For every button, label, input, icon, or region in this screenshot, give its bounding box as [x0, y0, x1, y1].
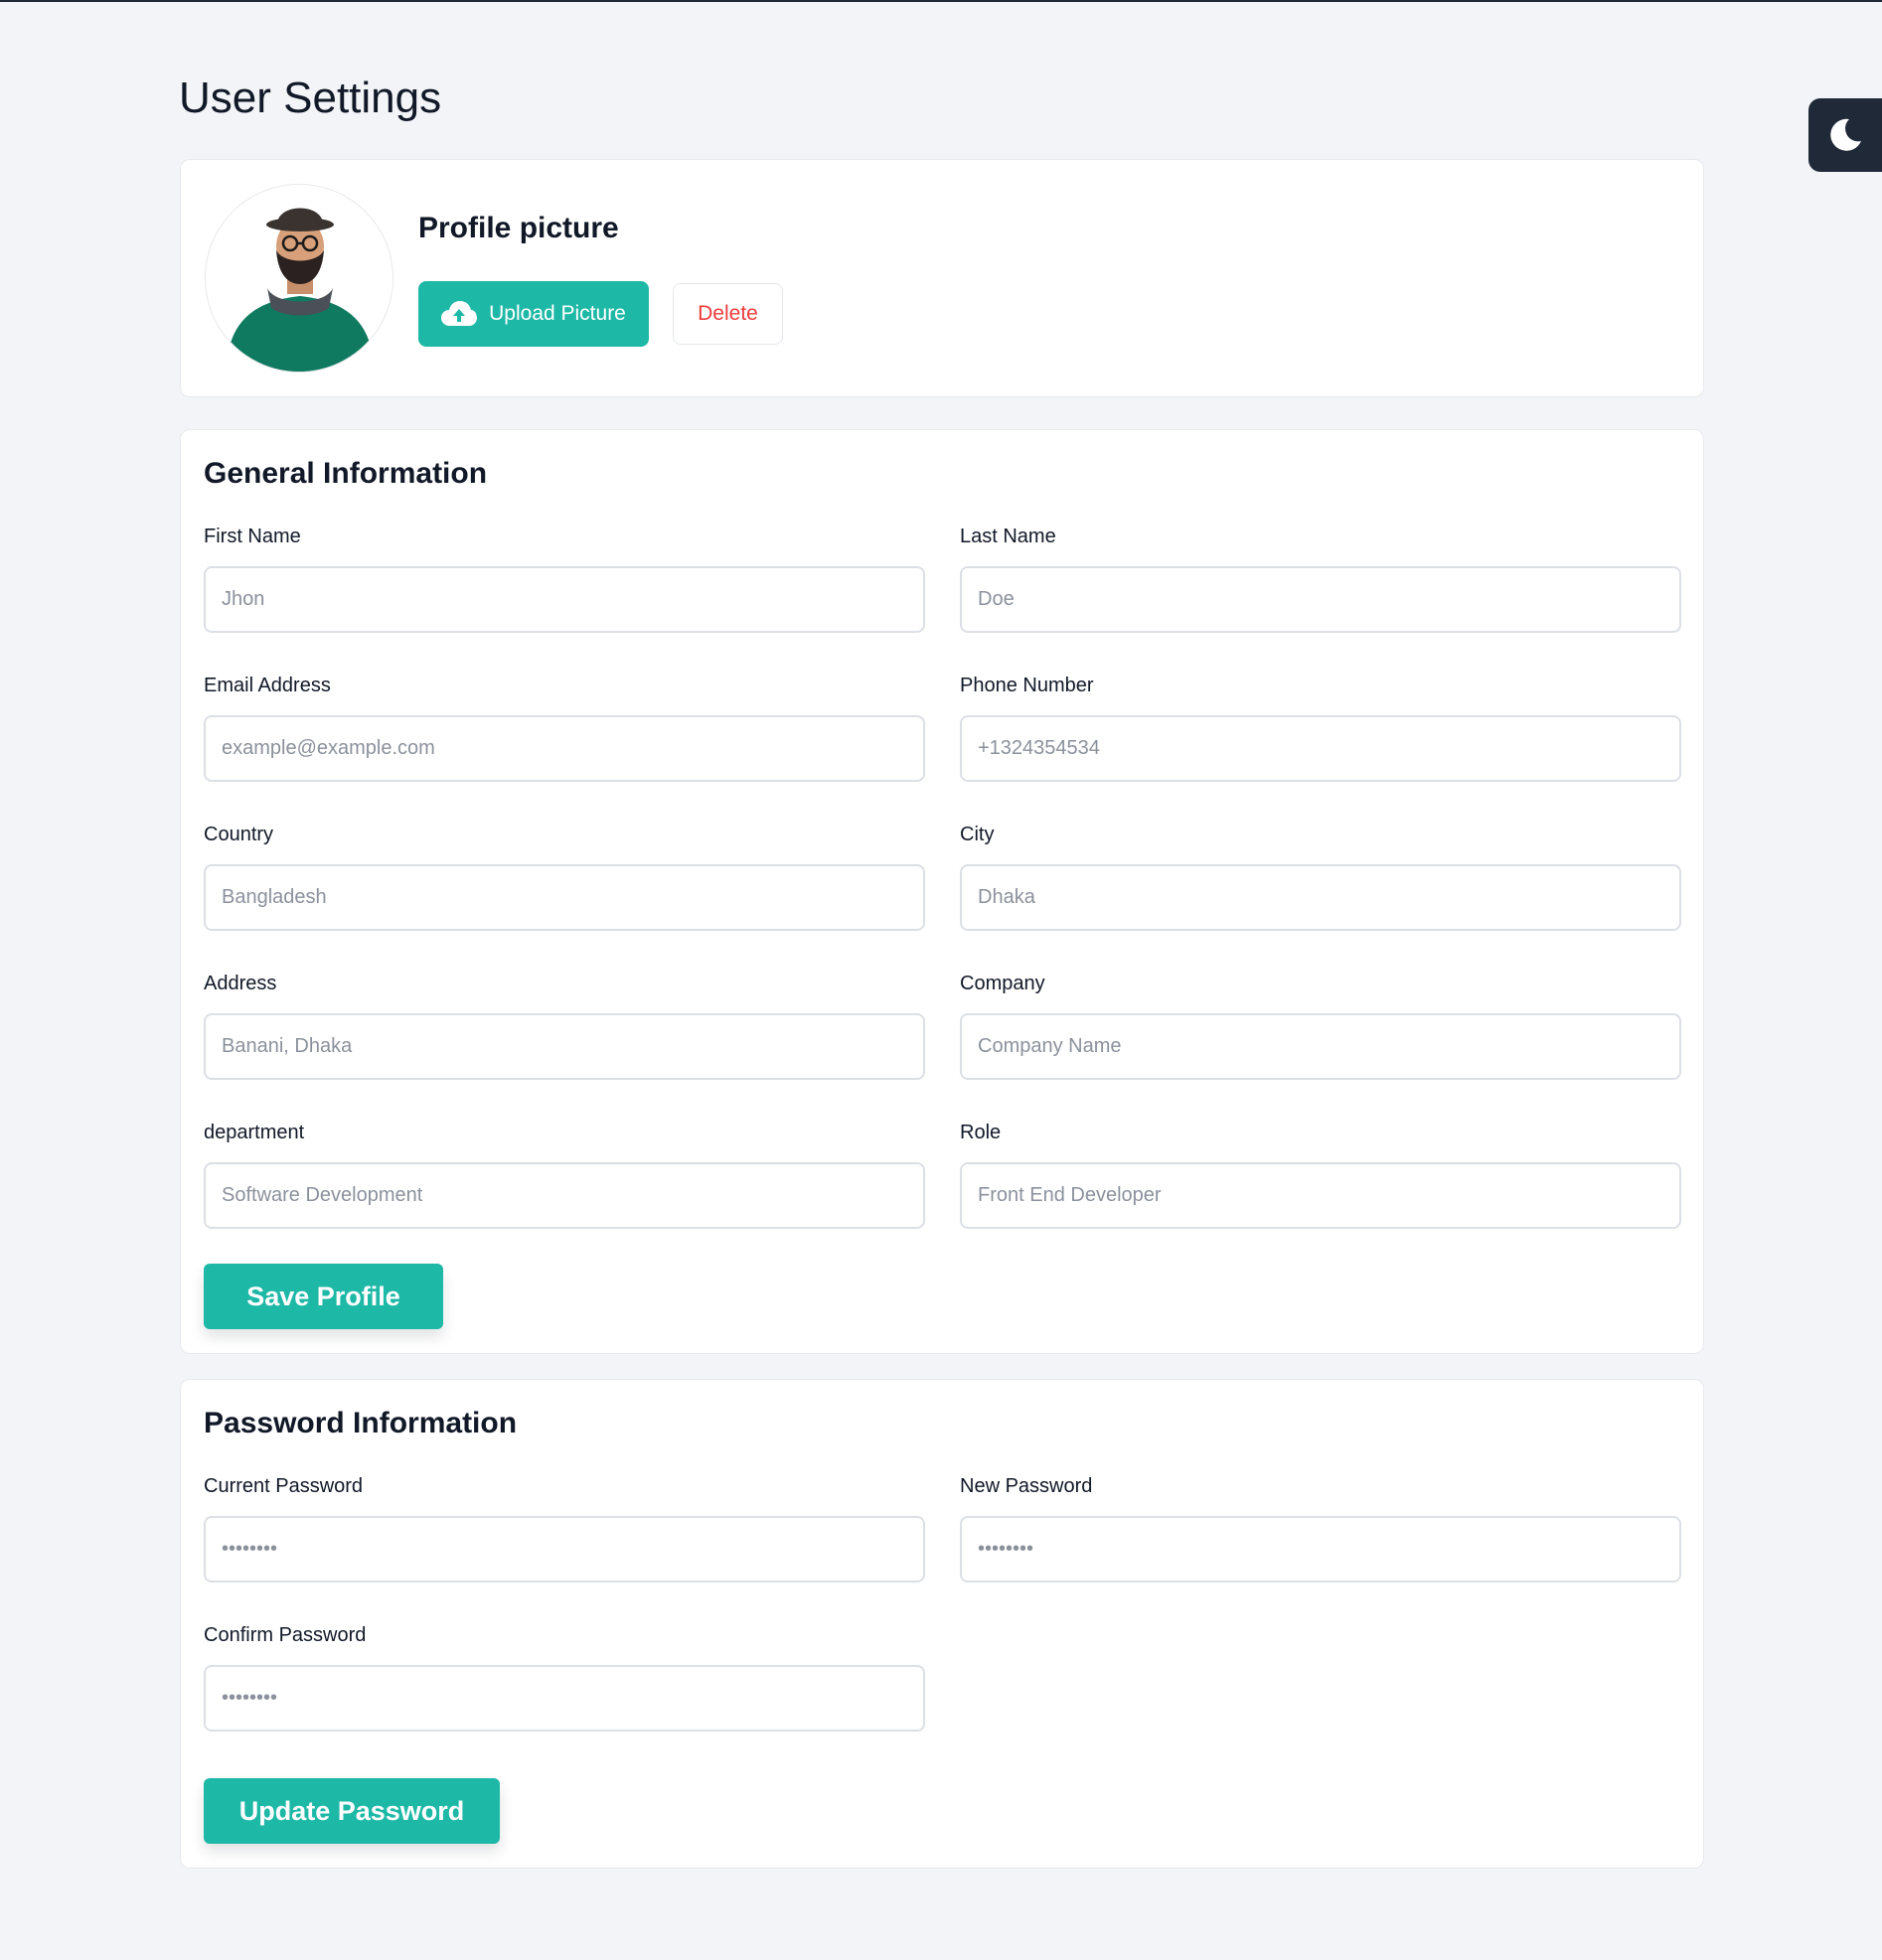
new-password-label: New Password — [960, 1475, 1093, 1497]
last-name-input[interactable] — [960, 566, 1681, 633]
country-input[interactable] — [204, 864, 925, 931]
user-avatar — [206, 185, 392, 372]
city-label: City — [960, 824, 995, 845]
address-input[interactable] — [204, 1013, 925, 1080]
last-name-label: Last Name — [960, 526, 1056, 547]
current-password-input[interactable] — [204, 1516, 925, 1583]
phone-number-input[interactable] — [960, 715, 1681, 782]
upload-picture-button[interactable]: Upload Picture — [418, 281, 649, 347]
role-input[interactable] — [960, 1162, 1681, 1229]
country-label: Country — [204, 824, 274, 845]
theme-toggle-button[interactable] — [1808, 98, 1882, 172]
phone-number-label: Phone Number — [960, 675, 1094, 696]
confirm-password-label: Confirm Password — [204, 1624, 367, 1646]
upload-picture-label: Upload Picture — [489, 302, 626, 325]
first-name-input[interactable] — [204, 566, 925, 633]
current-password-label: Current Password — [204, 1475, 364, 1497]
profile-picture-card: Profile picture Upload Picture Delete — [180, 159, 1704, 397]
save-profile-button[interactable]: Save Profile — [204, 1264, 443, 1329]
company-input[interactable] — [960, 1013, 1681, 1080]
department-input[interactable] — [204, 1162, 925, 1229]
page-title: User Settings — [179, 74, 442, 122]
cloud-upload-icon — [441, 301, 478, 326]
address-label: Address — [204, 973, 277, 994]
email-address-label: Email Address — [204, 675, 331, 696]
update-password-button[interactable]: Update Password — [204, 1778, 500, 1844]
avatar — [205, 184, 393, 373]
password-information-title: Password Information — [204, 1407, 518, 1439]
role-label: Role — [960, 1122, 1002, 1143]
general-information-title: General Information — [204, 457, 488, 490]
general-information-card: General Information First Name Last Name… — [180, 429, 1704, 1354]
confirm-password-input[interactable] — [204, 1665, 925, 1732]
moon-icon — [1830, 118, 1861, 151]
profile-picture-heading: Profile picture — [418, 212, 619, 244]
new-password-input[interactable] — [960, 1516, 1681, 1583]
city-input[interactable] — [960, 864, 1681, 931]
department-label: department — [204, 1122, 305, 1143]
delete-picture-button[interactable]: Delete — [673, 283, 783, 345]
first-name-label: First Name — [204, 526, 301, 547]
password-information-card: Password Information Current Password Ne… — [180, 1379, 1704, 1869]
company-label: Company — [960, 973, 1045, 994]
email-address-input[interactable] — [204, 715, 925, 782]
